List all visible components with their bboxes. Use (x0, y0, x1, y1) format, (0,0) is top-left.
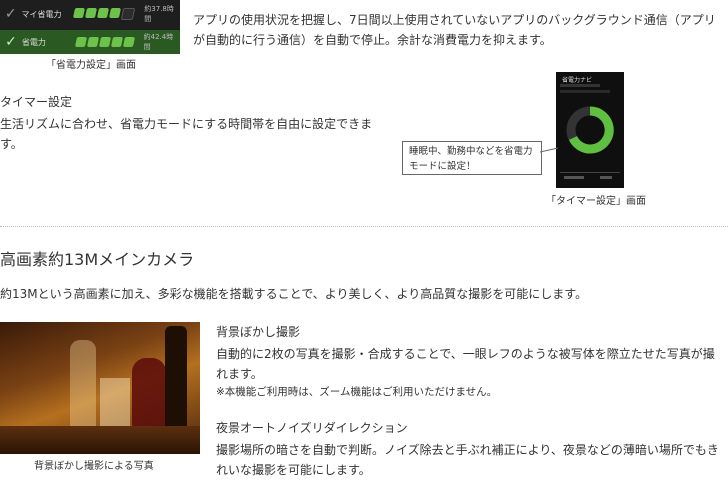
feature-body-night: 撮影場所の暗さを自動で判断。ノイズ除去と手ぶれ補正により、夜景などの薄暗い場所で… (216, 443, 719, 477)
timer-phone-title: 省電力ナビ (562, 77, 593, 84)
timer-callout: 睡眠中、勤務中などを省電力モードに設定！ (402, 141, 542, 175)
bokeh-sample-photo (0, 322, 200, 454)
auto-stop-description: アプリの使用状況を把握し、7日間以上使用されていないアプリのバックグラウンド通信… (193, 13, 716, 47)
check-icon: ✓ (5, 34, 17, 50)
mode-duration: 約42.4時間 (143, 33, 174, 51)
power-saving-settings-screenshot: ✓ マイ省電力 約37.8時間 ✓ 省電力 約42.4時間 (0, 0, 180, 54)
section-divider (0, 226, 728, 227)
feature-body-bokeh: 自動的に2枚の写真を撮影・合成することで、一眼レフのような被写体を際立たせた写真… (216, 347, 715, 381)
timer-settings-screenshot: 省電力ナビ (556, 72, 624, 188)
callout-pointer (540, 147, 559, 153)
power-mode-row: ✓ 省電力 約42.4時間 (0, 30, 180, 54)
battery-level-bars (74, 37, 135, 47)
timer-caption: 「タイマー設定」画面 (546, 196, 646, 207)
battery-level-bars (73, 8, 136, 20)
camera-section-title: 高画素約13Mメインカメラ (0, 250, 195, 269)
bokeh-photo-caption: 背景ぼかし撮影による写真 (34, 461, 154, 472)
timer-dial (566, 106, 614, 154)
power-saving-caption: 「省電力設定」画面 (46, 60, 136, 71)
feature-heading-bokeh: 背景ぼかし撮影 (216, 325, 301, 339)
feature-note-bokeh: ※本機能ご利用時は、ズーム機能はご利用いただけません。 (216, 386, 498, 398)
timer-description: 生活リズムに合わせ、省電力モードにする時間帯を自由に設定できます。 (0, 117, 373, 151)
feature-heading-night: 夜景オートノイズリダイレクション (216, 421, 408, 435)
mode-duration: 約37.8時間 (144, 5, 174, 23)
timer-heading: タイマー設定 (0, 95, 73, 109)
check-icon: ✓ (4, 6, 17, 22)
mode-name: 省電力 (21, 37, 46, 47)
power-mode-row: ✓ マイ省電力 約37.8時間 (0, 2, 180, 26)
mode-name: マイ省電力 (21, 9, 62, 19)
camera-intro: 約13Mという高画素に加え、多彩な機能を搭載することで、より美しく、より高品質な… (0, 287, 588, 301)
